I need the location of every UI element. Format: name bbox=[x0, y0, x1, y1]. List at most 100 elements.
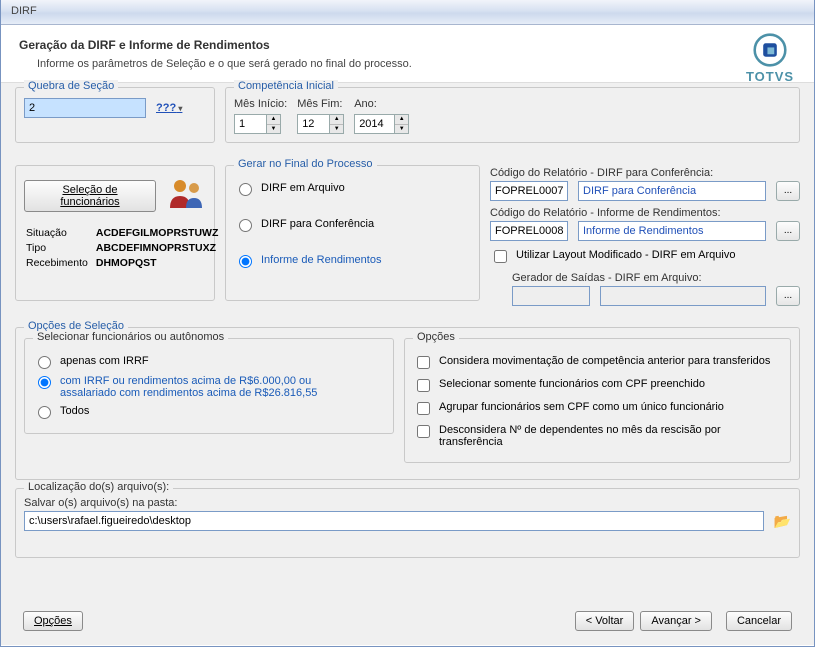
spin-down-icon[interactable]: ▼ bbox=[330, 125, 343, 134]
check-somente-cpf[interactable]: Selecionar somente funcionários com CPF … bbox=[413, 378, 782, 395]
mes-fim-label: Mês Fim: bbox=[297, 98, 344, 110]
gerador-browse-button[interactable]: ... bbox=[776, 286, 800, 306]
rel-inf-code-input[interactable] bbox=[490, 221, 568, 241]
window-title: DIRF bbox=[11, 5, 37, 17]
radio-dirf-arquivo[interactable]: DIRF em Arquivo bbox=[234, 182, 471, 196]
check-desconsidera-dependentes[interactable]: Desconsidera Nº de dependentes no mês da… bbox=[413, 424, 782, 448]
check-somente-cpf-input[interactable] bbox=[417, 379, 430, 392]
check-agrupar-sem-cpf[interactable]: Agrupar funcionários sem CPF como um úni… bbox=[413, 401, 782, 418]
radio-apenas-irrf-input[interactable] bbox=[38, 356, 51, 369]
rel-inf-label: Código do Relatório - Informe de Rendime… bbox=[490, 207, 800, 219]
mes-inicio-spin[interactable]: ▲▼ bbox=[234, 114, 287, 134]
folder-browse-icon[interactable]: 📂 bbox=[774, 513, 791, 530]
check-layout-modificado-input[interactable] bbox=[494, 250, 507, 263]
radio-informe-rendimentos-label: Informe de Rendimentos bbox=[261, 254, 381, 266]
selecao-meta-table: SituaçãoACDEFGILMOPRSTUWZ TipoABCDEFIMNO… bbox=[24, 225, 226, 272]
path-input[interactable] bbox=[24, 511, 764, 531]
group-opcoes-checks: Opções Considera movimentação de competê… bbox=[404, 338, 791, 463]
radio-todos-input[interactable] bbox=[38, 406, 51, 419]
mes-fim-spin[interactable]: ▲▼ bbox=[297, 114, 344, 134]
radio-irrf-rendimentos-label: com IRRF ou rendimentos acima de R$6.000… bbox=[60, 375, 370, 399]
spin-down-icon[interactable]: ▼ bbox=[267, 125, 280, 134]
rel-conf-browse-button[interactable]: ... bbox=[776, 181, 800, 201]
check-movimentacao-anterior[interactable]: Considera movimentação de competência an… bbox=[413, 355, 782, 372]
group-selecionar-func: Selecionar funcionários ou autônomos ape… bbox=[24, 338, 394, 434]
radio-apenas-irrf[interactable]: apenas com IRRF bbox=[33, 355, 385, 369]
selecao-funcionarios-button[interactable]: Seleção de funcionários bbox=[24, 180, 156, 212]
check-layout-modificado-label: Utilizar Layout Modificado - DIRF em Arq… bbox=[516, 249, 735, 261]
check-mov-ant-input[interactable] bbox=[417, 356, 430, 369]
radio-dirf-conferencia[interactable]: DIRF para Conferência bbox=[234, 218, 471, 232]
rel-conf-code-input[interactable] bbox=[490, 181, 568, 201]
group-legend-competencia: Competência Inicial bbox=[234, 80, 338, 92]
rel-conf-label: Código do Relatório - DIRF para Conferên… bbox=[490, 167, 713, 179]
rel-conf-desc-input[interactable] bbox=[578, 181, 766, 201]
radio-irrf-rendimentos[interactable]: com IRRF ou rendimentos acima de R$6.000… bbox=[33, 375, 385, 399]
group-quebra-secao: Quebra de Seção ??? bbox=[15, 87, 215, 143]
relatorios-panel: Código do Relatório - DIRF para Conferên… bbox=[490, 165, 800, 306]
page-title: Geração da DIRF e Informe de Rendimentos bbox=[19, 38, 796, 52]
radio-irrf-rendimentos-input[interactable] bbox=[38, 376, 51, 389]
spin-down-icon[interactable]: ▼ bbox=[395, 125, 408, 134]
spin-up-icon[interactable]: ▲ bbox=[330, 115, 343, 125]
legend-selecionar-func: Selecionar funcionários ou autônomos bbox=[33, 331, 228, 343]
legend-localizacao: Localização do(s) arquivo(s): bbox=[24, 481, 173, 493]
page-subtitle: Informe os parâmetros de Seleção e o que… bbox=[37, 58, 796, 70]
totvs-logo-icon bbox=[753, 33, 787, 67]
group-opcoes-selecao: Opções de Seleção Selecionar funcionário… bbox=[15, 327, 800, 480]
meta-situacao-label: Situação bbox=[26, 227, 94, 240]
radio-informe-rendimentos-input[interactable] bbox=[239, 255, 252, 268]
check-descon-dep-input[interactable] bbox=[417, 425, 430, 438]
radio-todos[interactable]: Todos bbox=[33, 405, 385, 419]
brand-logo-text: TOTVS bbox=[742, 69, 798, 84]
quebra-help-icon[interactable]: ??? bbox=[156, 102, 182, 114]
meta-receb-value: DHMOPQST bbox=[96, 257, 225, 270]
group-gerar-processo: Gerar no Final do Processo DIRF em Arqui… bbox=[225, 165, 480, 301]
brand-logo: TOTVS bbox=[742, 33, 798, 84]
spin-up-icon[interactable]: ▲ bbox=[395, 115, 408, 125]
ano-spin[interactable]: ▲▼ bbox=[354, 114, 409, 134]
check-agrupar-label: Agrupar funcionários sem CPF como um úni… bbox=[439, 401, 724, 413]
opcoes-button[interactable]: Opções bbox=[23, 611, 83, 631]
people-icon bbox=[166, 176, 206, 215]
group-legend-quebra: Quebra de Seção bbox=[24, 80, 118, 92]
ano-input[interactable] bbox=[354, 114, 394, 134]
wizard-header: Geração da DIRF e Informe de Rendimentos… bbox=[1, 25, 814, 83]
radio-dirf-arquivo-input[interactable] bbox=[239, 183, 252, 196]
voltar-button[interactable]: < Voltar bbox=[575, 611, 635, 631]
spin-up-icon[interactable]: ▲ bbox=[267, 115, 280, 125]
meta-tipo-value: ABCDEFIMNOPRSTUXZ bbox=[96, 242, 225, 255]
check-layout-modificado[interactable]: Utilizar Layout Modificado - DIRF em Arq… bbox=[490, 249, 800, 266]
group-localizacao: Localização do(s) arquivo(s): Salvar o(s… bbox=[15, 488, 800, 558]
quebra-secao-input[interactable] bbox=[24, 98, 146, 118]
mes-inicio-label: Mês Início: bbox=[234, 98, 287, 110]
rel-inf-browse-button[interactable]: ... bbox=[776, 221, 800, 241]
meta-receb-label: Recebimento bbox=[26, 257, 94, 270]
group-competencia: Competência Inicial Mês Início: ▲▼ Mês F… bbox=[225, 87, 800, 143]
group-selecao-funcionarios: Seleção de funcionários Situa bbox=[15, 165, 215, 301]
check-somente-cpf-label: Selecionar somente funcionários com CPF … bbox=[439, 378, 705, 390]
radio-informe-rendimentos[interactable]: Informe de Rendimentos bbox=[234, 254, 471, 268]
radio-apenas-irrf-label: apenas com IRRF bbox=[60, 355, 149, 367]
group-legend-gerar: Gerar no Final do Processo bbox=[234, 158, 377, 170]
gerador-saidas-label: Gerador de Saídas - DIRF em Arquivo: bbox=[512, 272, 702, 284]
legend-opcoes-checks: Opções bbox=[413, 331, 459, 343]
salvar-pasta-label: Salvar o(s) arquivo(s) na pasta: bbox=[24, 497, 791, 509]
meta-tipo-label: Tipo bbox=[26, 242, 94, 255]
check-mov-ant-label: Considera movimentação de competência an… bbox=[439, 355, 770, 367]
radio-todos-label: Todos bbox=[60, 405, 89, 417]
window-titlebar: DIRF bbox=[1, 0, 814, 25]
rel-inf-desc-input[interactable] bbox=[578, 221, 766, 241]
mes-fim-input[interactable] bbox=[297, 114, 329, 134]
radio-dirf-conferencia-label: DIRF para Conferência bbox=[261, 218, 374, 230]
radio-dirf-arquivo-label: DIRF em Arquivo bbox=[261, 182, 345, 194]
ano-label: Ano: bbox=[354, 98, 409, 110]
cancelar-button[interactable]: Cancelar bbox=[726, 611, 792, 631]
meta-situacao-value: ACDEFGILMOPRSTUWZ bbox=[96, 227, 225, 240]
gerador-desc-input bbox=[600, 286, 766, 306]
mes-inicio-input[interactable] bbox=[234, 114, 266, 134]
avancar-button[interactable]: Avançar > bbox=[640, 611, 712, 631]
radio-dirf-conferencia-input[interactable] bbox=[239, 219, 252, 232]
gerador-code-input bbox=[512, 286, 590, 306]
check-agrupar-input[interactable] bbox=[417, 402, 430, 415]
